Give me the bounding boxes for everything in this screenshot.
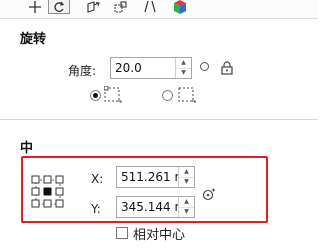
angle-label: 角度:	[68, 64, 97, 78]
angle-spinner[interactable]: 20.0 ▲ ▼	[110, 57, 192, 79]
scale-tool-button[interactable]	[83, 0, 103, 14]
scale-icon	[87, 1, 100, 13]
rotation-center-icon[interactable]	[200, 62, 209, 71]
move-tool-button[interactable]	[25, 0, 45, 14]
center-section-title: 中	[20, 141, 34, 156]
y-label: Y:	[91, 202, 101, 216]
lock-icon[interactable]	[220, 60, 234, 79]
move-icon	[29, 1, 41, 13]
angle-decrement-arrow[interactable]: ▼	[176, 67, 191, 79]
rotate-object-radio[interactable]	[90, 90, 101, 101]
y-value[interactable]: 345.144 mı	[117, 197, 178, 217]
skew-icon	[144, 1, 156, 13]
x-label: X:	[91, 172, 104, 186]
y-decrement-arrow[interactable]: ▼	[179, 206, 194, 218]
y-spinner[interactable]: 345.144 mı ▲ ▼	[116, 196, 195, 218]
target-center-icon[interactable]	[202, 186, 216, 205]
section-divider	[0, 119, 318, 120]
relative-center-label: 相对中心	[133, 228, 186, 243]
rotation-section-title: 旋转	[20, 32, 47, 47]
size-tool-button[interactable]	[111, 0, 131, 14]
3d-tool-button[interactable]	[170, 0, 190, 14]
angle-increment-arrow[interactable]: ▲	[176, 58, 191, 68]
x-value[interactable]: 511.261 mı	[117, 167, 178, 187]
skew-tool-button[interactable]	[140, 0, 160, 14]
rotate-around-corner-icon	[103, 85, 122, 108]
cube-icon	[174, 0, 186, 14]
x-decrement-arrow[interactable]: ▼	[179, 176, 194, 188]
angle-value[interactable]: 20.0	[111, 58, 175, 78]
y-increment-arrow[interactable]: ▲	[179, 197, 194, 207]
transform-toolbar	[0, 0, 318, 19]
rotate-copy-radio[interactable]	[162, 90, 173, 101]
rotate-copy-icon	[178, 86, 196, 108]
relative-center-checkbox[interactable]	[116, 227, 128, 239]
rotate-tool-button[interactable]	[48, 0, 70, 14]
size-icon	[114, 1, 127, 13]
anchor-grid-icon[interactable]	[31, 175, 65, 213]
x-increment-arrow[interactable]: ▲	[179, 167, 194, 177]
rotate-icon	[54, 1, 65, 12]
x-spinner[interactable]: 511.261 mı ▲ ▼	[116, 166, 195, 188]
